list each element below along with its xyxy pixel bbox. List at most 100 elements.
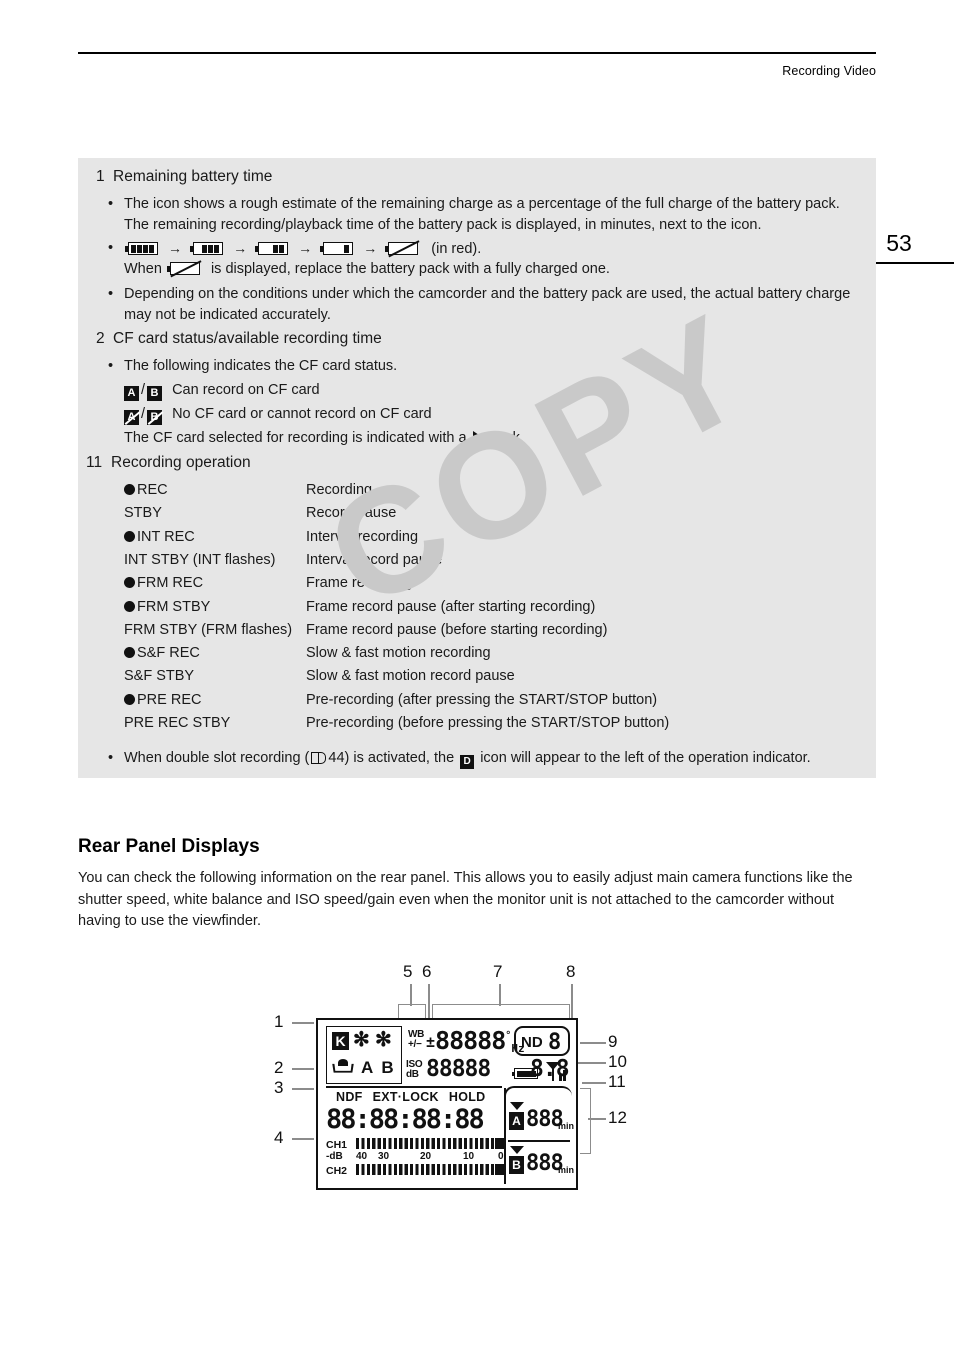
iso-gain-label: ISO dB bbox=[406, 1059, 423, 1080]
callout-5: 5 bbox=[403, 962, 413, 981]
callout-12: 12 bbox=[608, 1108, 627, 1127]
cf-card-b-icon: B bbox=[147, 386, 163, 401]
iso-digits: 88888 bbox=[426, 1056, 491, 1082]
cf-can-record-text: Can record on CF card bbox=[172, 382, 320, 398]
running-head: Recording Video bbox=[782, 64, 876, 78]
operation-meaning: Frame record pause (after starting recor… bbox=[306, 598, 596, 615]
cf-remaining-frame bbox=[504, 1086, 572, 1100]
callout-1: 1 bbox=[274, 1012, 284, 1031]
iso-gain-display: 88888 bbox=[426, 1056, 491, 1082]
leader-6 bbox=[428, 984, 430, 1018]
battery-full-icon bbox=[125, 242, 158, 255]
shutter-digits: 88888 bbox=[435, 1026, 506, 1055]
double-slot-page-ref: 44 bbox=[328, 750, 345, 766]
operation-meaning: Record pause bbox=[306, 505, 397, 522]
shutter-speed-display: ±88888°Hz bbox=[426, 1026, 525, 1055]
operation-meaning: Interval record pause bbox=[306, 551, 443, 568]
bullet-dot-icon: • bbox=[108, 750, 114, 766]
operation-meaning: Recording bbox=[306, 482, 373, 498]
slot-a-icon: A bbox=[509, 1112, 524, 1130]
daylight-wb-icon: ✻ bbox=[353, 1029, 370, 1051]
slot-b-unit: min bbox=[558, 1165, 575, 1175]
slot-b-icon: B bbox=[509, 1156, 524, 1174]
operation-meaning: Frame recording bbox=[306, 575, 413, 592]
callout-6: 6 bbox=[422, 962, 432, 981]
operation-indicator: S&F REC bbox=[124, 645, 200, 661]
section-number-11: 11 bbox=[86, 454, 103, 471]
callout-11: 11 bbox=[608, 1072, 626, 1091]
arrow-icon: → bbox=[168, 240, 183, 256]
cf-remaining-divider bbox=[504, 1088, 506, 1184]
arrow-icon: → bbox=[363, 240, 378, 256]
ch1-label: CH1 bbox=[326, 1139, 348, 1151]
cf-can-record-row: A / B Can record on CF card bbox=[124, 380, 320, 401]
cf-no-record-text: No CF card or cannot record on CF card bbox=[172, 406, 432, 422]
bracket-12 bbox=[580, 1088, 591, 1154]
nd-filter-indicator: ND 8 bbox=[514, 1026, 570, 1056]
cf-selected-row: The CF card selected for recording is in… bbox=[124, 428, 524, 449]
record-dot-icon bbox=[124, 693, 135, 705]
callout-2: 2 bbox=[274, 1058, 284, 1077]
wb-ab-label: A B bbox=[361, 1058, 396, 1077]
operation-indicator-label: FRM STBY bbox=[137, 598, 211, 615]
cf-bullet: • The following indicates the CF card st… bbox=[108, 356, 398, 377]
leader-3 bbox=[292, 1088, 314, 1090]
double-slot-suffix: icon will appear to the left of the oper… bbox=[480, 750, 811, 766]
operation-meaning: Pre-recording (after pressing the START/… bbox=[306, 691, 658, 708]
white-balance-block: K ✻ ✻ A B bbox=[326, 1026, 402, 1084]
record-dot-icon bbox=[124, 600, 135, 612]
tungsten-wb-icon: ✻ bbox=[375, 1029, 392, 1051]
ch1-level-bar bbox=[356, 1138, 504, 1149]
callout-3: 3 bbox=[274, 1078, 284, 1097]
battery-icon-sequence-row: • → → → → (in red). bbox=[108, 238, 481, 260]
rear-panel-body: You can check the following information … bbox=[78, 870, 853, 929]
double-slot-recording-icon: D bbox=[460, 755, 475, 769]
leader-1 bbox=[292, 1022, 314, 1024]
leader-7 bbox=[499, 984, 501, 1006]
cf-bullet-text: The following indicates the CF card stat… bbox=[124, 358, 398, 374]
callout-10: 10 bbox=[608, 1052, 627, 1071]
battery-bullet-1-text: The icon shows a rough estimate of the r… bbox=[124, 196, 840, 233]
operation-indicator-label: FRM STBY (FRM flashes) bbox=[124, 621, 293, 638]
audio-db-scale: -dB 40 30 20 10 0 bbox=[326, 1151, 504, 1164]
folio-rule bbox=[864, 262, 954, 264]
custom-wb-icon bbox=[332, 1059, 355, 1075]
audio-channel-1-row: CH1 bbox=[326, 1138, 504, 1151]
operation-indicator: REC bbox=[124, 482, 168, 498]
battery-when-prefix: When bbox=[124, 261, 162, 277]
operation-indicator: INT REC bbox=[124, 529, 195, 545]
info-panel: 1 Remaining battery time • The icon shows… bbox=[78, 158, 876, 778]
section-title-2: CF card status/available recording time bbox=[113, 330, 382, 347]
section-title-1: Remaining battery time bbox=[113, 168, 273, 185]
operation-indicator: PRE REC bbox=[124, 692, 201, 708]
slot-b-selected-triangle-icon bbox=[510, 1146, 524, 1154]
ch2-label: CH2 bbox=[326, 1165, 348, 1177]
section-heading-2: 2 CF card status/available recording time bbox=[96, 330, 382, 348]
rear-panel-lcd-diagram: 5 6 7 8 1 2 3 4 9 10 11 12 K ✻ ✻ A B WB … bbox=[270, 960, 690, 1200]
record-dot-icon bbox=[124, 647, 135, 659]
battery-when-row: When is displayed, replace the battery p… bbox=[124, 259, 610, 280]
flag-ext-lock: EXT·LOCK bbox=[372, 1090, 439, 1104]
operation-indicator-label: INT STBY (INT flashes) bbox=[124, 551, 276, 568]
operation-indicator-label: S&F STBY bbox=[124, 668, 195, 685]
battery-bullet-1: • The icon shows a rough estimate of the… bbox=[108, 194, 864, 236]
operation-indicator-label: S&F REC bbox=[137, 645, 200, 662]
callout-7: 7 bbox=[493, 962, 503, 981]
section-title-11: Recording operation bbox=[111, 454, 251, 471]
cf-card-a-disabled-icon: A bbox=[124, 410, 141, 425]
callout-4: 4 bbox=[274, 1128, 284, 1147]
cf-remaining-block: A 888 min B 888 min bbox=[508, 1102, 575, 1184]
flag-ndf: NDF bbox=[336, 1090, 363, 1104]
operation-indicator-label: FRM REC bbox=[137, 575, 204, 592]
book-page-reference-icon bbox=[311, 752, 327, 764]
leader-8 bbox=[571, 984, 573, 1018]
cf-selected-prefix: The CF card selected for recording is in… bbox=[124, 430, 467, 446]
operation-meaning: Slow & fast motion recording bbox=[306, 645, 491, 662]
operation-meaning: Slow & fast motion record pause bbox=[306, 668, 515, 685]
audio-channel-2-row: CH2 bbox=[326, 1164, 504, 1177]
bullet-dot-icon: • bbox=[108, 358, 114, 374]
operation-indicator-label: PRE REC bbox=[137, 691, 202, 708]
operation-indicator: STBY bbox=[124, 505, 162, 521]
slot-a-unit: min bbox=[558, 1121, 575, 1131]
operation-indicator: PRE REC STBY bbox=[124, 715, 230, 731]
